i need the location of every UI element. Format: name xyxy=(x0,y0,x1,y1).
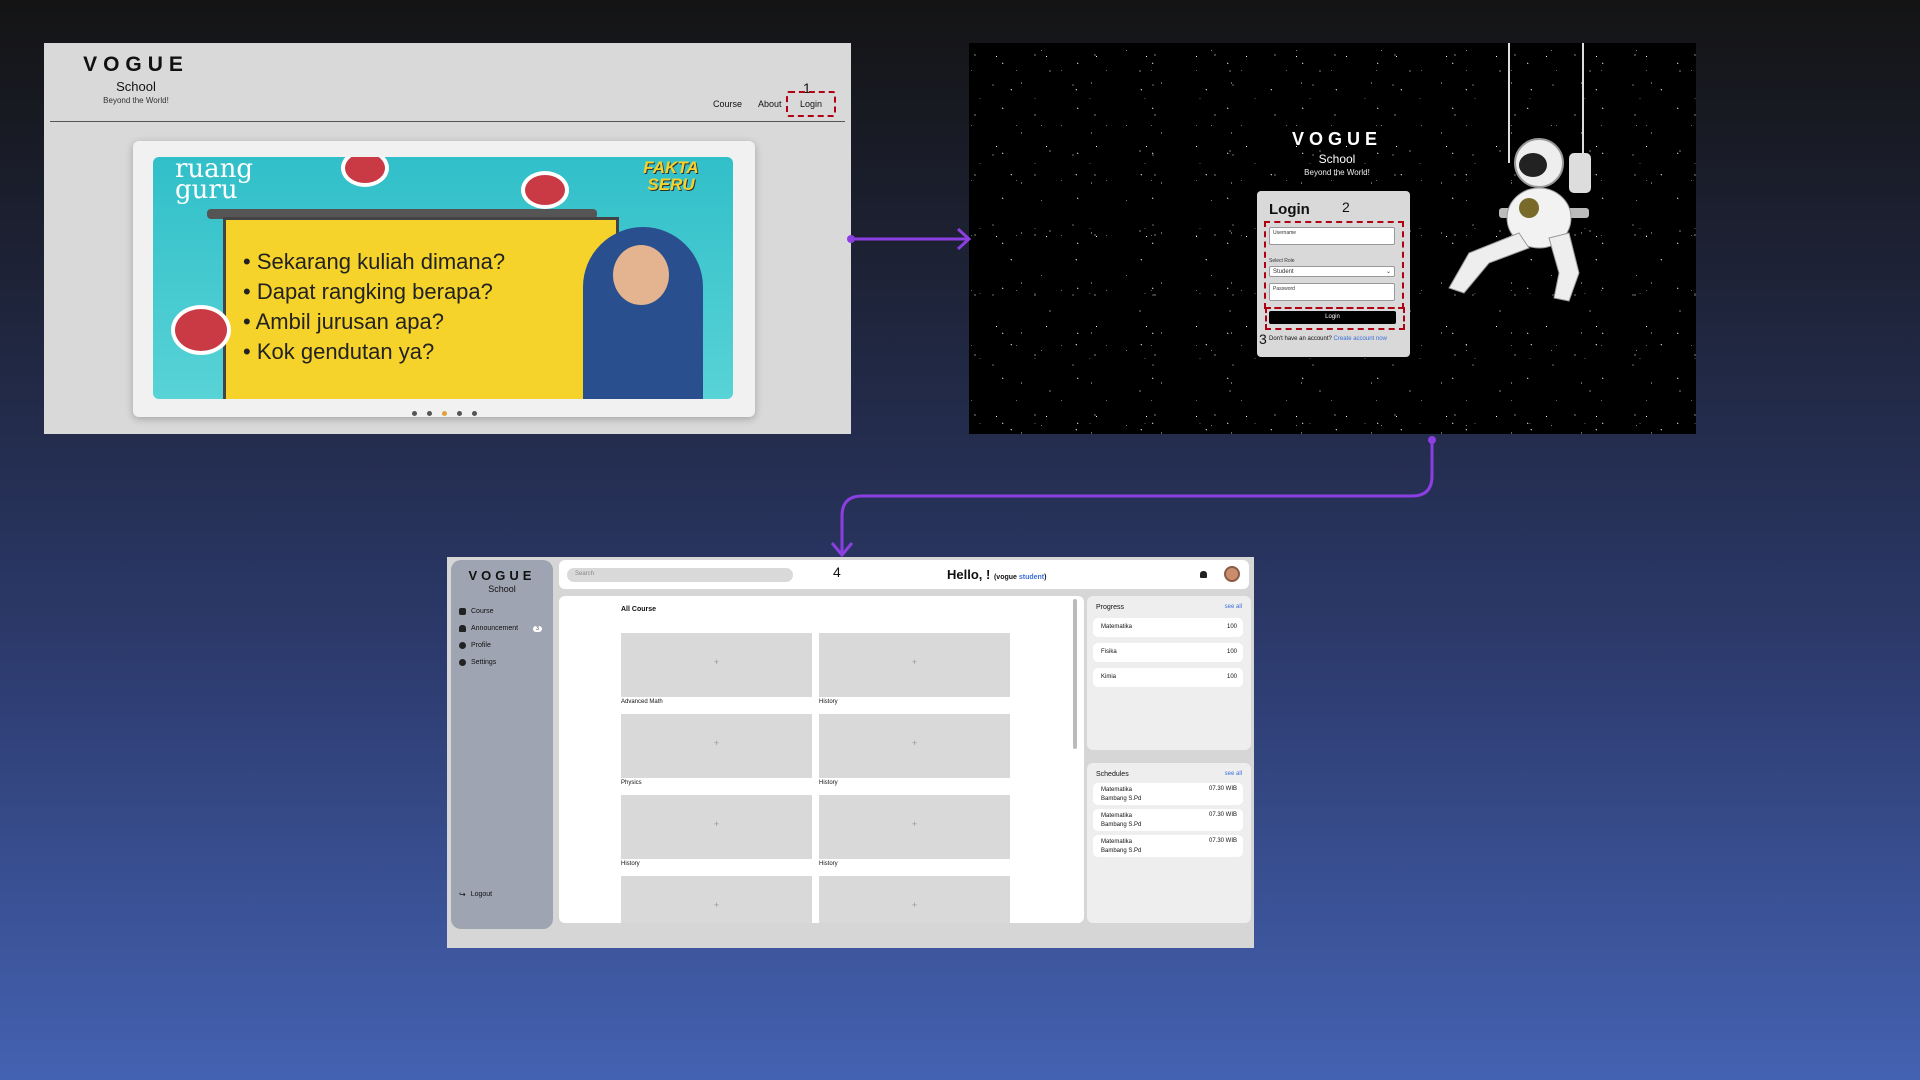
arrow-login-to-dashboard xyxy=(830,436,1436,558)
flow-arrows xyxy=(830,227,1436,558)
arrow-landing-to-login xyxy=(847,227,972,251)
